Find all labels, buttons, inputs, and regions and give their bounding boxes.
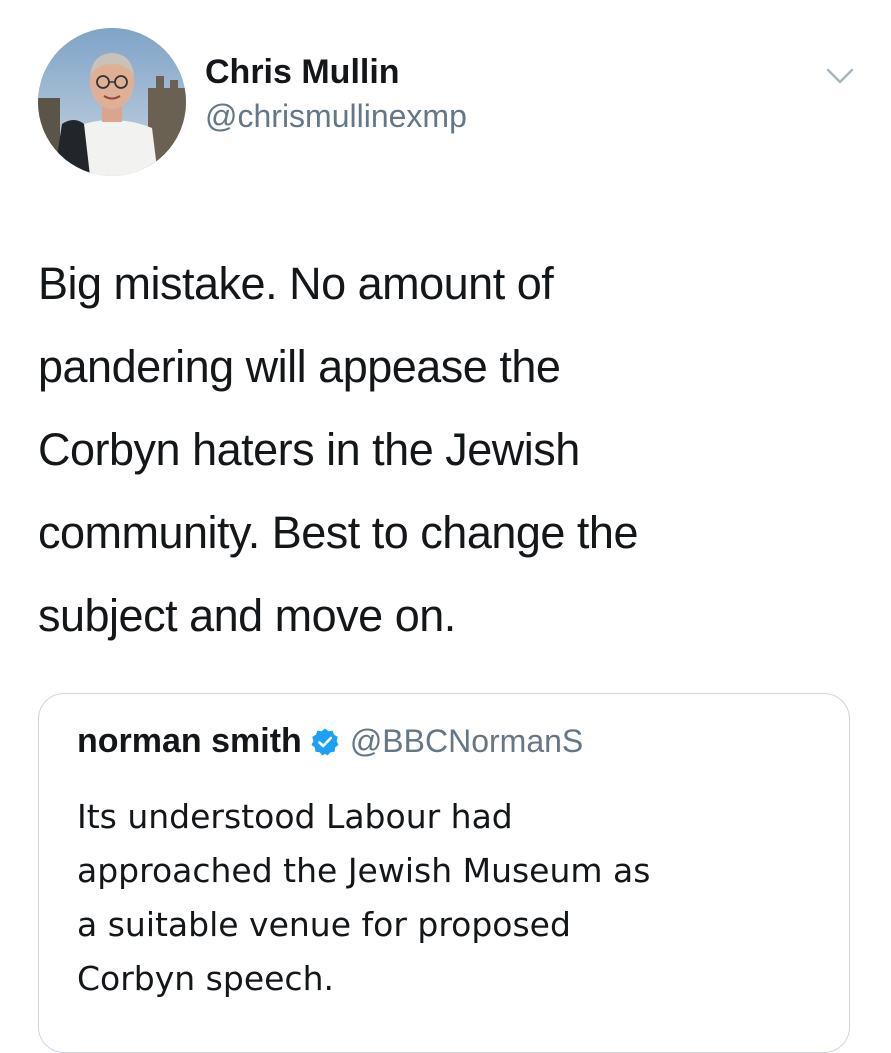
quoted-tweet-header: norman smith @BBCNormanS: [77, 722, 583, 761]
author-info[interactable]: Chris Mullin @chrismullinexmp: [205, 52, 467, 136]
tweet-card: Chris Mullin @chrismullinexmp Big mistak…: [0, 0, 891, 1053]
tweet-text-line: community. Best to change the: [38, 507, 639, 558]
quoted-author-handle: @BBCNormanS: [349, 723, 584, 759]
verified-badge-icon: [310, 727, 340, 757]
author-handle[interactable]: @chrismullinexmp: [205, 96, 467, 136]
quoted-text-line: approached the Jewish Museum as: [77, 851, 651, 890]
quoted-tweet[interactable]: norman smith @BBCNormanS Its understood …: [38, 693, 850, 1053]
quoted-text-line: Corbyn speech.: [77, 959, 334, 998]
chevron-down-icon[interactable]: [820, 62, 860, 90]
tweet-text-line: pandering will appease the: [38, 341, 561, 392]
quoted-text-line: Its understood Labour had: [77, 797, 513, 836]
tweet-text-line: subject and move on.: [38, 590, 456, 641]
quoted-tweet-text: Its understood Labour had approached the…: [77, 790, 817, 1006]
quoted-author-name: norman smith: [77, 722, 302, 760]
quoted-text-line: a suitable venue for proposed: [77, 905, 571, 944]
tweet-text-line: Corbyn haters in the Jewish: [38, 424, 580, 475]
tweet-text: Big mistake. No amount of pandering will…: [38, 242, 858, 657]
author-name[interactable]: Chris Mullin: [205, 52, 467, 92]
tweet-text-line: Big mistake. No amount of: [38, 258, 554, 309]
author-avatar[interactable]: [38, 28, 186, 176]
